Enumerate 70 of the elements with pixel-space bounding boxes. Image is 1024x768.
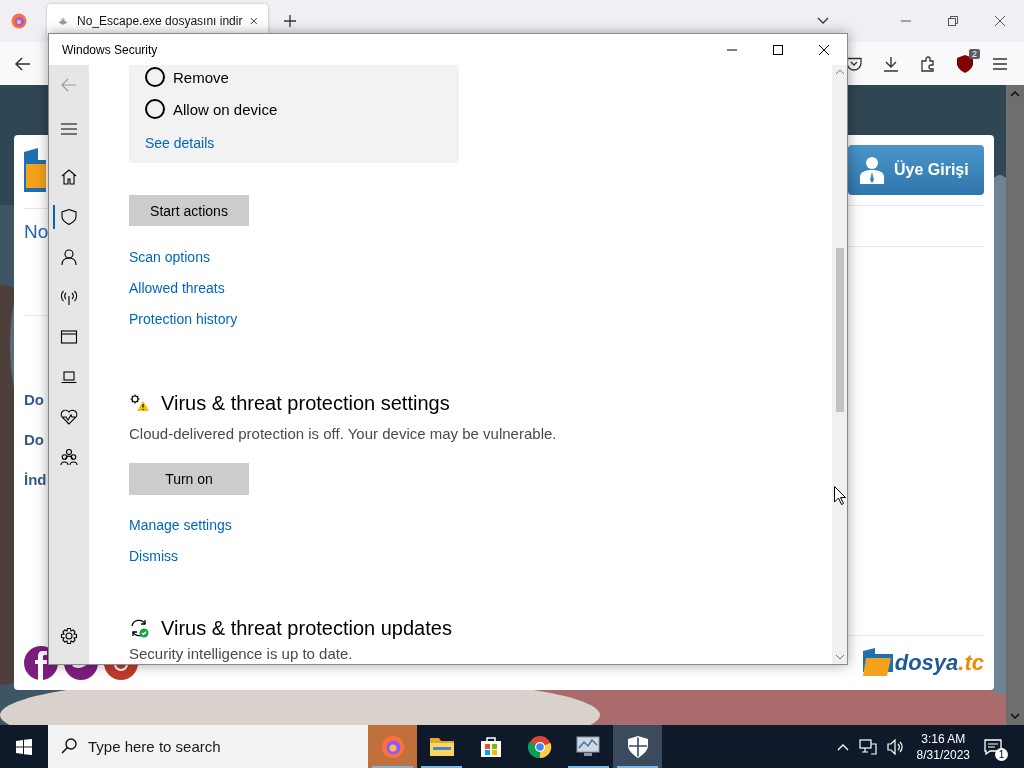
browser-icon [380, 734, 405, 759]
person-icon [60, 248, 78, 266]
shield-icon [60, 208, 78, 226]
close-icon[interactable] [995, 16, 1005, 26]
start-actions-button[interactable]: Start actions [129, 195, 249, 226]
menu-icon[interactable] [993, 57, 1007, 70]
refresh-check-icon [129, 618, 149, 638]
chevron-down-icon[interactable] [817, 17, 829, 25]
restore-icon[interactable] [948, 16, 958, 26]
back-icon[interactable] [15, 56, 31, 71]
scroll-down-icon[interactable] [834, 654, 845, 660]
section-description: Security intelligence is up to date. [129, 644, 353, 664]
taskbar-app[interactable] [613, 725, 662, 768]
close-icon [819, 44, 829, 55]
new-tab-icon[interactable] [284, 15, 296, 27]
radio-option[interactable]: Remove [145, 65, 229, 89]
link[interactable]: Protection history [129, 310, 238, 328]
menu-icon[interactable] [61, 123, 77, 135]
count-badge: 1 [995, 747, 1008, 761]
settings-icon[interactable] [60, 627, 78, 645]
chevron-up-icon[interactable] [836, 742, 849, 751]
start-icon[interactable] [16, 738, 32, 755]
antenna-icon [60, 288, 78, 306]
site-logo: dosya.tc [894, 650, 984, 676]
puzzle-icon[interactable] [920, 55, 936, 72]
clock-date[interactable]: 8/31/2023 [916, 746, 970, 763]
laptop-icon [60, 368, 78, 386]
tab-title: No_Escape.exe dosyasını indir [77, 14, 243, 28]
circle-logo-icon [527, 734, 552, 759]
link[interactable]: Scan options [129, 248, 238, 266]
folder-logo-icon [862, 648, 893, 678]
shield-icon[interactable] [957, 54, 973, 73]
gear-warning-icon [129, 394, 149, 412]
download-icon[interactable] [883, 55, 899, 72]
heart-pulse-icon [60, 408, 78, 426]
scroll-up-icon[interactable] [1010, 91, 1020, 97]
see-details-link[interactable]: See details [145, 133, 215, 153]
network-icon[interactable] [858, 738, 877, 755]
folder-logo-icon [24, 148, 46, 192]
section-heading: Virus & threat protection settings [161, 391, 450, 415]
radio-option[interactable]: Allow on device [145, 97, 278, 121]
section-heading: Virus & threat protection updates [161, 616, 452, 640]
clock-time[interactable]: 3:16 AM [921, 730, 966, 747]
search-icon [61, 738, 77, 754]
browser-logo-icon[interactable] [11, 13, 27, 29]
monitor-chart-icon [575, 735, 602, 758]
login-button[interactable]: Üye Girişi [848, 145, 984, 195]
page-title: No [24, 221, 50, 243]
user-icon [860, 156, 884, 184]
folder-icon [429, 735, 454, 758]
close-icon[interactable] [250, 16, 258, 26]
browser-window-icon [60, 328, 78, 346]
home-icon [60, 168, 78, 186]
shopping-bag-icon [478, 734, 503, 759]
maximize-icon [773, 44, 783, 55]
count-badge: 2 [969, 48, 980, 59]
download-file-icon [57, 15, 70, 27]
turn-on-button[interactable]: Turn on [129, 463, 249, 495]
scroll-up-icon[interactable] [834, 69, 845, 75]
scroll-down-icon[interactable] [1010, 713, 1020, 719]
link[interactable]: Allowed threats [129, 279, 238, 297]
volume-icon[interactable] [886, 738, 905, 755]
link[interactable]: Dismiss [129, 547, 232, 565]
window-title: Windows Security [61, 42, 158, 57]
section-description: Cloud-delivered protection is off. Your device may be vulnerable. [129, 424, 557, 444]
family-icon [60, 448, 78, 466]
scroll-thumb[interactable] [835, 248, 844, 412]
link[interactable]: Manage settings [129, 516, 232, 534]
search-field[interactable]: Type here to search [48, 725, 368, 768]
shield-icon [627, 735, 648, 758]
